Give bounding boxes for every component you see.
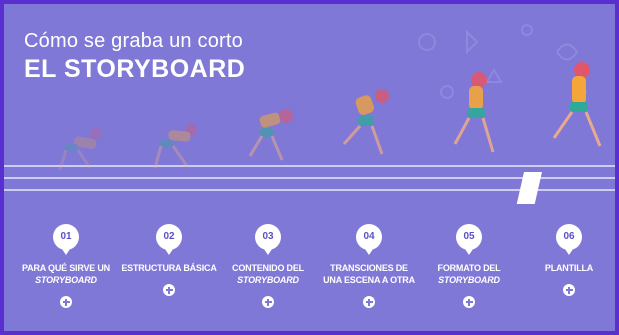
storyboard-infographic: Cómo se graba un corto EL STORYBOARD 01 … <box>0 0 619 335</box>
step-05[interactable]: 05 FORMATO DEL STORYBOARD <box>417 224 521 308</box>
step-number-badge: 05 <box>456 224 482 255</box>
step-label: ESTRUCTURA BÁSICA <box>121 263 217 273</box>
step-number-badge: 01 <box>53 224 79 255</box>
running-track <box>4 165 615 204</box>
plus-icon[interactable] <box>60 296 72 308</box>
step-03[interactable]: 03 CONTENIDO DEL STORYBOARD <box>216 224 320 308</box>
plus-icon[interactable] <box>363 296 375 308</box>
step-label: FORMATO DEL STORYBOARD <box>437 263 501 285</box>
step-06[interactable]: 06 PLANTILLA <box>517 224 615 296</box>
plus-icon[interactable] <box>463 296 475 308</box>
steps-row: 01 PARA QUÉ SIRVE UN STORYBOARD 02 ESTRU… <box>4 224 615 314</box>
runner-4 <box>342 89 389 155</box>
step-label: CONTENIDO DEL STORYBOARD <box>232 263 304 285</box>
step-number-badge: 06 <box>556 224 582 255</box>
plus-icon[interactable] <box>563 284 575 296</box>
header: Cómo se graba un corto EL STORYBOARD <box>24 30 245 84</box>
step-label: PARA QUÉ SIRVE UN STORYBOARD <box>22 263 110 285</box>
step-number-badge: 02 <box>156 224 182 255</box>
step-04[interactable]: 04 TRANSCIONES DE UNA ESCENA A OTRA <box>317 224 421 308</box>
step-label: TRANSCIONES DE UNA ESCENA A OTRA <box>323 263 415 285</box>
background-doodles <box>418 24 587 99</box>
runner-3 <box>248 109 293 161</box>
finish-line-marker <box>516 172 542 204</box>
step-02[interactable]: 02 ESTRUCTURA BÁSICA <box>117 224 221 296</box>
plus-icon[interactable] <box>163 284 175 296</box>
step-number-badge: 03 <box>255 224 281 255</box>
header-subtitle: Cómo se graba un corto <box>24 30 243 52</box>
step-number-badge: 04 <box>356 224 382 255</box>
plus-icon[interactable] <box>262 296 274 308</box>
step-label: PLANTILLA <box>544 263 594 273</box>
step-01[interactable]: 01 PARA QUÉ SIRVE UN STORYBOARD <box>14 224 118 308</box>
header-title: EL STORYBOARD <box>24 55 246 83</box>
